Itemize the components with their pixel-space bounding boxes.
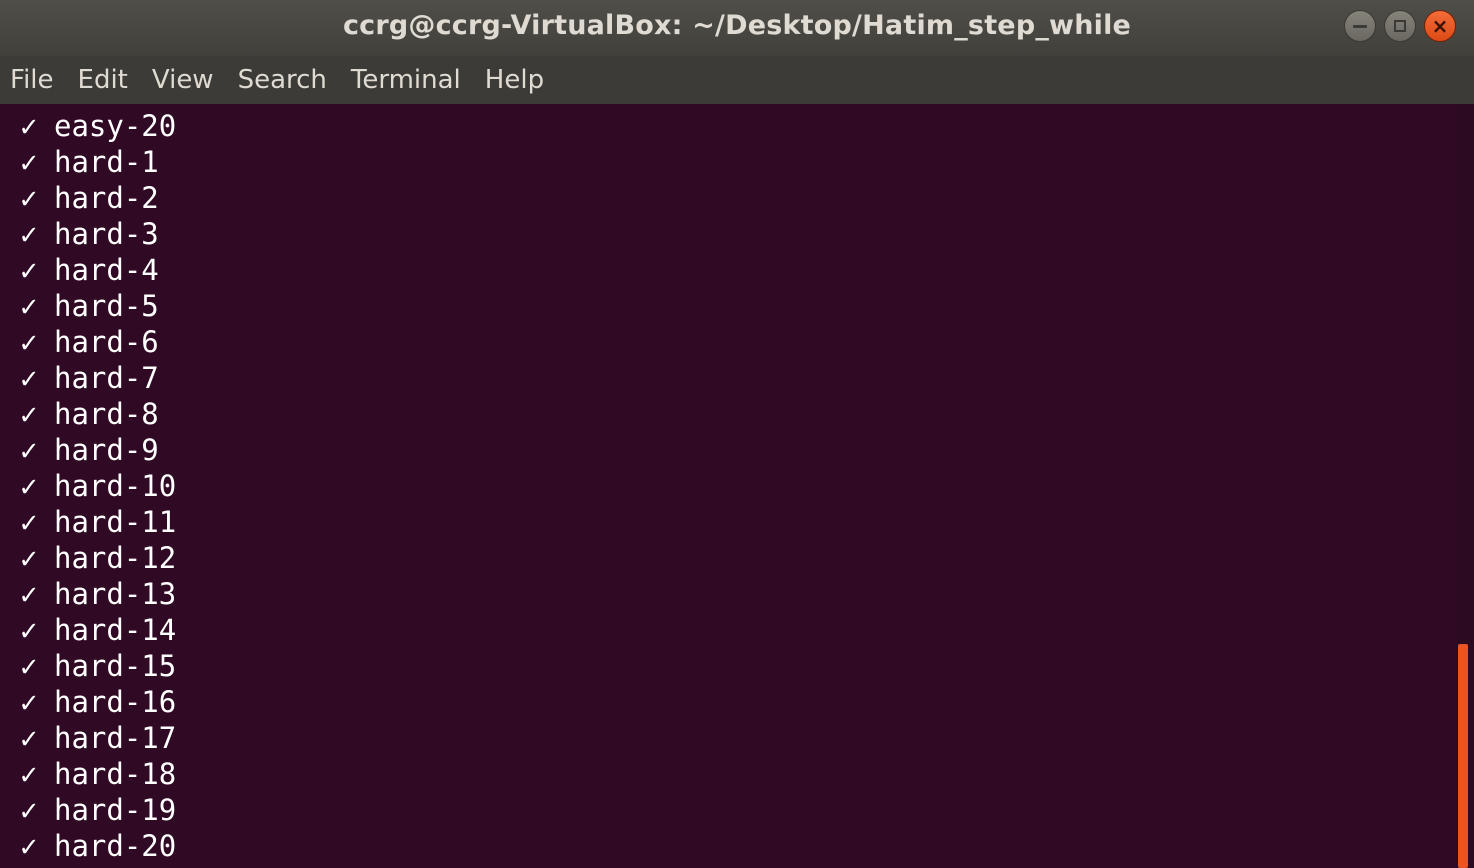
check-icon: ✓ (20, 397, 38, 431)
check-icon: ✓ (20, 289, 38, 323)
minimize-icon (1353, 24, 1367, 28)
check-icon: ✓ (20, 253, 38, 287)
close-button[interactable]: × (1424, 10, 1456, 42)
menu-terminal[interactable]: Terminal (351, 56, 461, 104)
check-icon: ✓ (20, 433, 38, 467)
terminal-line: ✓ hard-16 (20, 684, 176, 720)
maximize-icon (1394, 20, 1406, 32)
test-name: hard-10 (54, 469, 177, 503)
menu-search[interactable]: Search (238, 56, 327, 104)
check-icon: ✓ (20, 541, 38, 575)
terminal-line: ✓ easy-20 (20, 108, 176, 144)
check-icon: ✓ (20, 829, 38, 863)
terminal-line: ✓ hard-18 (20, 756, 176, 792)
test-name: hard-18 (54, 757, 177, 791)
terminal-line: ✓ hard-8 (20, 396, 176, 432)
terminal-output: ✓ easy-20 ✓ hard-1 ✓ hard-2 ✓ hard-3 ✓ hard-4 ✓ har… (20, 108, 176, 864)
check-icon: ✓ (20, 757, 38, 791)
terminal-line: ✓ hard-5 (20, 288, 176, 324)
terminal-line: ✓ hard-14 (20, 612, 176, 648)
check-icon: ✓ (20, 685, 38, 719)
terminal-line: ✓ hard-4 (20, 252, 176, 288)
test-name: easy-20 (54, 109, 177, 143)
check-icon: ✓ (20, 325, 38, 359)
minimize-button[interactable] (1344, 10, 1376, 42)
terminal-output-area[interactable]: ✓ easy-20 ✓ hard-1 ✓ hard-2 ✓ hard-3 ✓ hard-4 ✓ har… (0, 104, 1474, 868)
check-icon: ✓ (20, 361, 38, 395)
terminal-line: ✓ hard-7 (20, 360, 176, 396)
terminal-line: ✓ hard-13 (20, 576, 176, 612)
terminal-line: ✓ hard-6 (20, 324, 176, 360)
test-name: hard-11 (54, 505, 177, 539)
check-icon: ✓ (20, 505, 38, 539)
test-name: hard-1 (54, 145, 159, 179)
scrollbar-thumb[interactable] (1458, 644, 1468, 868)
test-name: hard-4 (54, 253, 159, 287)
window-controls: × (1344, 10, 1456, 42)
test-name: hard-14 (54, 613, 177, 647)
check-icon: ✓ (20, 793, 38, 827)
scrollbar[interactable] (1456, 104, 1474, 868)
terminal-line: ✓ hard-15 (20, 648, 176, 684)
check-icon: ✓ (20, 145, 38, 179)
menu-bar: File Edit View Search Terminal Help (0, 56, 1474, 104)
test-name: hard-2 (54, 181, 159, 215)
menu-edit[interactable]: Edit (78, 56, 128, 104)
terminal-line: ✓ hard-3 (20, 216, 176, 252)
test-name: hard-5 (54, 289, 159, 323)
terminal-line: ✓ hard-11 (20, 504, 176, 540)
terminal-line: ✓ hard-19 (20, 792, 176, 828)
window-title: ccrg@ccrg-VirtualBox: ~/Desktop/Hatim_st… (342, 10, 1132, 41)
test-name: hard-3 (54, 217, 159, 251)
test-name: hard-19 (54, 793, 177, 827)
terminal-line: ✓ hard-20 (20, 828, 176, 864)
test-name: hard-6 (54, 325, 159, 359)
test-name: hard-8 (54, 397, 159, 431)
test-name: hard-20 (54, 829, 177, 863)
check-icon: ✓ (20, 109, 38, 143)
menu-view[interactable]: View (152, 56, 214, 104)
title-bar[interactable]: ccrg@ccrg-VirtualBox: ~/Desktop/Hatim_st… (0, 0, 1474, 56)
check-icon: ✓ (20, 649, 38, 683)
terminal-line: ✓ hard-2 (20, 180, 176, 216)
terminal-line: ✓ hard-12 (20, 540, 176, 576)
terminal-window: ccrg@ccrg-VirtualBox: ~/Desktop/Hatim_st… (0, 0, 1474, 868)
test-name: hard-15 (54, 649, 177, 683)
close-icon: × (1431, 14, 1449, 38)
test-name: hard-17 (54, 721, 177, 755)
terminal-line: ✓ hard-10 (20, 468, 176, 504)
terminal-line: ✓ hard-17 (20, 720, 176, 756)
check-icon: ✓ (20, 613, 38, 647)
check-icon: ✓ (20, 469, 38, 503)
terminal-line: ✓ hard-1 (20, 144, 176, 180)
menu-help[interactable]: Help (485, 56, 544, 104)
test-name: hard-9 (54, 433, 159, 467)
check-icon: ✓ (20, 721, 38, 755)
test-name: hard-7 (54, 361, 159, 395)
check-icon: ✓ (20, 577, 38, 611)
check-icon: ✓ (20, 181, 38, 215)
terminal-line: ✓ hard-9 (20, 432, 176, 468)
menu-file[interactable]: File (10, 56, 54, 104)
test-name: hard-13 (54, 577, 177, 611)
maximize-button[interactable] (1384, 10, 1416, 42)
test-name: hard-16 (54, 685, 177, 719)
check-icon: ✓ (20, 217, 38, 251)
test-name: hard-12 (54, 541, 177, 575)
